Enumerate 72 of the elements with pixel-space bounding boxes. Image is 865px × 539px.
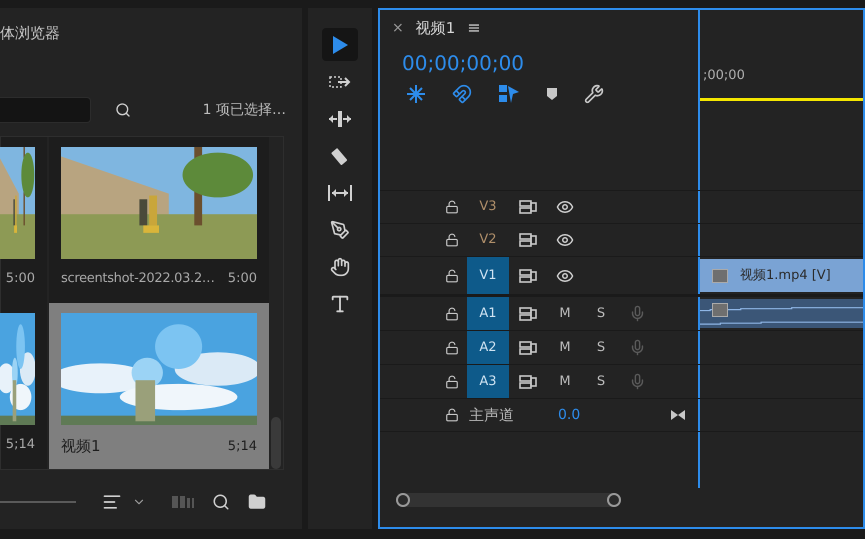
mute-button[interactable]: M <box>547 304 583 324</box>
clip-duration: 5:00 <box>228 270 257 288</box>
track-target[interactable]: A1 <box>467 297 509 330</box>
lock-icon[interactable] <box>445 268 459 282</box>
lock-icon[interactable] <box>445 200 459 214</box>
eye-icon[interactable] <box>556 198 574 216</box>
lock-icon[interactable] <box>445 408 459 422</box>
track-target[interactable]: V1 <box>467 257 509 294</box>
nest-icon[interactable] <box>406 84 426 104</box>
clip-name: 视频1 <box>61 436 101 457</box>
sync-lock-icon <box>519 340 537 354</box>
arrow-pointer-icon <box>331 34 349 54</box>
master-track-label: 主声道 <box>469 404 514 426</box>
search-field[interactable] <box>0 97 91 123</box>
track-target[interactable]: A3 <box>467 365 509 398</box>
solo-button[interactable]: S <box>583 338 619 358</box>
split-arrows-icon <box>328 110 352 128</box>
sync-lock-icon <box>519 306 537 320</box>
lock-icon[interactable] <box>445 233 459 247</box>
solo-button[interactable]: S <box>583 372 619 392</box>
mute-button[interactable]: M <box>547 338 583 358</box>
sync-lock-icon <box>519 200 537 214</box>
hand-icon <box>330 256 350 276</box>
bowtie-icon[interactable] <box>670 409 686 421</box>
sync-lock-icon <box>519 374 537 388</box>
tool-button[interactable] <box>322 28 358 61</box>
razor-icon <box>330 146 350 166</box>
mute-button[interactable]: M <box>547 372 583 392</box>
track-target[interactable]: V2 <box>467 224 509 256</box>
selection-status: 1 项已选择… <box>202 100 286 120</box>
fx-icon <box>712 303 728 317</box>
clip-duration: 5;14 <box>228 438 257 456</box>
media-item[interactable]: 视频1 5;14 <box>49 303 269 469</box>
clip-duration: 5;14 <box>6 436 35 454</box>
scroll-handle[interactable] <box>607 493 621 507</box>
close-tab[interactable]: × <box>392 18 404 38</box>
slip-icon <box>327 184 353 202</box>
sync-lock-icon <box>519 233 537 247</box>
solo-button[interactable]: S <box>583 304 619 324</box>
timecode[interactable]: 00;00;00;00 <box>402 50 698 76</box>
lock-icon[interactable] <box>445 306 459 320</box>
pen-icon <box>330 220 350 240</box>
linked-selection-icon[interactable] <box>498 84 520 104</box>
panel-title: 体浏览器 <box>0 23 61 44</box>
folder-icon[interactable] <box>248 493 266 511</box>
audio-clip[interactable] <box>700 299 863 328</box>
panel-menu[interactable]: ≡ <box>467 16 481 40</box>
dashed-arrow-icon <box>329 74 351 90</box>
video-clip[interactable]: 视频1.mp4 [V] <box>700 259 863 292</box>
media-item[interactable]: 5;14 <box>1 303 47 469</box>
scroll-handle[interactable] <box>396 493 410 507</box>
magnet-icon[interactable] <box>452 84 472 104</box>
track-target[interactable]: A2 <box>467 331 509 364</box>
zoom-scrollbar[interactable] <box>396 493 621 507</box>
media-item[interactable]: 5:00 <box>1 137 47 303</box>
clip-name: screentshot-2022.03.2… <box>61 270 215 288</box>
wrench-icon[interactable] <box>584 84 604 104</box>
ruler-timecode: ;00;00 <box>703 67 746 85</box>
media-item[interactable]: screentshot-2022.03.2… 5:00 <box>49 137 269 303</box>
fx-icon <box>712 268 728 282</box>
search-icon[interactable] <box>212 493 230 511</box>
tab-title[interactable]: 视频1 <box>416 16 456 40</box>
track-target[interactable]: V3 <box>467 191 509 223</box>
search-folder-icon[interactable] <box>115 102 131 118</box>
lock-icon[interactable] <box>445 374 459 388</box>
clip-duration: 5:00 <box>6 270 35 288</box>
clip-label: 视频1.mp4 [V] <box>740 266 831 285</box>
master-volume[interactable]: 0.0 <box>558 404 580 426</box>
sync-lock-icon <box>519 268 537 282</box>
marker-icon[interactable] <box>546 87 558 101</box>
eye-icon[interactable] <box>556 231 574 249</box>
lock-icon[interactable] <box>445 340 459 354</box>
